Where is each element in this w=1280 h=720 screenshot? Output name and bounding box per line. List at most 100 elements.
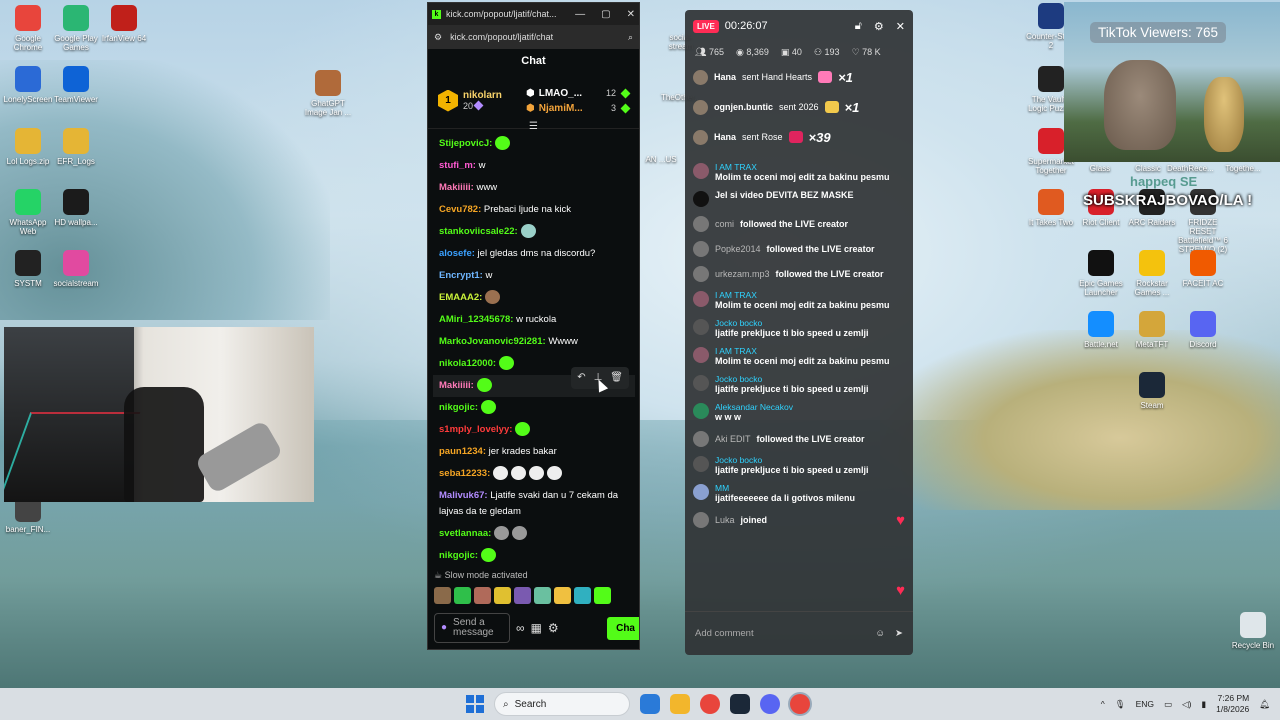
emote-icon[interactable] xyxy=(534,587,551,604)
kick-address-bar[interactable]: ⚙ kick.com/popout/ljatif/chat ⌕ xyxy=(428,25,639,49)
clock[interactable]: 7:26 PM 1/8/2026 xyxy=(1216,693,1249,715)
microphone-icon[interactable]: 🎙︎ xyxy=(1115,699,1126,710)
emote-icon[interactable] xyxy=(494,587,511,604)
feed-username[interactable]: urkezam.mp3 xyxy=(715,269,770,279)
chat-username[interactable]: Malivuk67: xyxy=(439,490,488,501)
delete-icon[interactable]: 🗑︎ xyxy=(610,369,623,387)
send-icon[interactable]: ➤ xyxy=(895,628,903,639)
desktop-icon[interactable]: Discord xyxy=(1177,311,1229,349)
chat-message[interactable]: nikgojic: xyxy=(439,545,629,567)
notification-icon[interactable]: 🔔︎ xyxy=(1259,699,1270,710)
tray-overflow-icon[interactable]: ^ xyxy=(1101,699,1105,709)
desktop-icon[interactable]: Google Chrome xyxy=(2,5,54,52)
taskbar-search[interactable]: ⌕ Search xyxy=(494,692,630,716)
desktop-icon[interactable]: EFR_Logs xyxy=(50,128,102,166)
chat-send-button[interactable]: Cha xyxy=(607,616,639,640)
quick-emote-bar[interactable] xyxy=(434,587,611,604)
chat-username[interactable]: Makiiiii: xyxy=(439,182,474,193)
chat-message[interactable]: svetlannaa: xyxy=(439,523,629,545)
feed-username[interactable]: Aleksandar Necakov xyxy=(715,402,793,412)
steam-icon[interactable] xyxy=(730,694,750,714)
emote-icon[interactable] xyxy=(554,587,571,604)
desktop-icon[interactable]: WhatsApp Web xyxy=(2,189,54,236)
chat-message[interactable]: nikgojic: xyxy=(439,397,629,419)
chat-username[interactable]: StijepovicJ: xyxy=(439,138,492,149)
chat-message[interactable]: Makiiiii: www xyxy=(439,177,629,199)
chat-message[interactable]: MarkoJovanovic92i281: Wwww xyxy=(439,331,629,353)
chat-username[interactable]: s1mply_lovelyy: xyxy=(439,424,512,435)
maximize-icon[interactable]: ▢ xyxy=(601,9,610,20)
chat-message[interactable]: EMAAA2: xyxy=(439,287,629,309)
kick-chat-window[interactable]: k kick.com/popout/ljatif/chat... — ▢ ✕ ⚙… xyxy=(427,2,640,650)
leader-name[interactable]: nikolarn xyxy=(463,90,502,101)
desktop-icon[interactable]: MetaTFT xyxy=(1126,311,1178,349)
emote-icon[interactable] xyxy=(574,587,591,604)
emote-icon[interactable] xyxy=(594,587,611,604)
emote-icon[interactable] xyxy=(434,587,451,604)
gift-icon[interactable]: ∞ xyxy=(516,621,525,635)
chat-message[interactable]: StijepovicJ: xyxy=(439,133,629,155)
feed-username[interactable]: MM xyxy=(715,483,855,493)
desktop-icon[interactable]: Battle.net xyxy=(1075,311,1127,349)
feed-username[interactable]: Popke2014 xyxy=(715,244,761,254)
desktop-icon[interactable]: Rockstar Games ... xyxy=(1126,250,1178,297)
chat-username[interactable]: AMiri_12345678: xyxy=(439,314,513,325)
feed-username[interactable]: Jocko bocko xyxy=(715,318,869,328)
desktop-icon[interactable]: Epic Games Launcher xyxy=(1075,250,1127,297)
desktop-icon[interactable]: Google Play Games xyxy=(50,5,102,52)
minimize-icon[interactable]: — xyxy=(575,9,585,20)
desktop-icon[interactable]: TeamViewer xyxy=(50,66,102,104)
desktop-icon[interactable]: It Takes Two xyxy=(1025,189,1077,227)
volume-icon[interactable]: ◁) xyxy=(1182,699,1191,710)
emote-icon[interactable] xyxy=(474,587,491,604)
site-settings-icon[interactable]: ⚙ xyxy=(434,32,442,43)
zoom-icon[interactable]: ⌕ xyxy=(628,32,633,43)
chat-username[interactable]: Encrypt1: xyxy=(439,270,483,281)
desktop-icon[interactable]: Lol Logs.zip xyxy=(2,128,54,166)
chat-username[interactable]: alosefe: xyxy=(439,248,475,259)
edge-icon[interactable] xyxy=(640,694,660,714)
chat-message[interactable]: alosefe: jel gledas dms na discordu? xyxy=(439,243,629,265)
settings-icon[interactable]: ⚙ xyxy=(548,621,559,635)
chat-input-row[interactable]: ● Send a message ∞ ▦ ⚙ Cha xyxy=(434,613,639,643)
chat-message[interactable]: seba12233: xyxy=(439,463,629,485)
chat-message[interactable]: AMiri_12345678: w ruckola xyxy=(439,309,629,331)
feed-username[interactable]: Jocko bocko xyxy=(715,374,869,384)
chat-username[interactable]: nikola12000: xyxy=(439,358,496,369)
desktop-icon[interactable]: socialstream xyxy=(50,250,102,288)
emote-icon[interactable] xyxy=(514,587,531,604)
language-indicator[interactable]: ENG xyxy=(1136,699,1154,709)
feed-username[interactable]: I AM TRAX xyxy=(715,290,890,300)
feed-username[interactable]: I AM TRAX xyxy=(715,162,890,172)
feed-username[interactable]: Aki EDIT xyxy=(715,434,751,444)
close-icon[interactable]: ✕ xyxy=(896,20,905,33)
file-explorer-icon[interactable] xyxy=(670,694,690,714)
chat-username[interactable]: nikgojic: xyxy=(439,402,478,413)
emoji-icon[interactable]: ☺ xyxy=(875,628,885,639)
tiktok-live-panel[interactable]: LIVE 00:26:07 🔓︎ ⚙ ✕ 👥︎ 765 ◉ 8,369 ▣ 40… xyxy=(685,10,913,655)
desktop-icon[interactable]: SYSTM xyxy=(2,250,54,288)
chat-username[interactable]: seba12233: xyxy=(439,468,490,479)
chat-message-list[interactable]: StijepovicJ: stufi_m: w Makiiiii: www Cevu7… xyxy=(428,129,639,567)
chrome-active-icon[interactable] xyxy=(790,694,810,714)
live-comment-feed[interactable]: I AM TRAX Molim te oceni moj edit za baki… xyxy=(685,158,913,610)
emote-icon[interactable] xyxy=(454,587,471,604)
chat-username[interactable]: Makiiiii: xyxy=(439,380,474,391)
collapse-leaderboard-icon[interactable]: ☰ xyxy=(529,121,538,132)
desktop-icon[interactable]: GhatGPT Image Jan ... xyxy=(302,70,354,117)
chat-username[interactable]: EMAAA2: xyxy=(439,292,482,303)
chat-message[interactable]: stufi_m: w xyxy=(439,155,629,177)
chrome-icon[interactable] xyxy=(700,694,720,714)
desktop-icon[interactable]: LonelyScreen xyxy=(2,66,54,104)
feed-username[interactable]: comi xyxy=(715,219,734,229)
chat-username[interactable]: paun1234: xyxy=(439,446,486,457)
feed-username[interactable]: Luka xyxy=(715,515,735,525)
chat-username[interactable]: MarkoJovanovic92i281: xyxy=(439,336,546,347)
mic-icon[interactable]: ● xyxy=(441,623,447,633)
lock-icon[interactable]: 🔓︎ xyxy=(855,20,862,33)
chat-username[interactable]: nikgojic: xyxy=(439,550,478,561)
discord-icon[interactable] xyxy=(760,694,780,714)
chat-input[interactable]: ● Send a message xyxy=(434,613,510,643)
chat-message[interactable]: Malivuk67: Ljatife svaki dan u 7 cekam d… xyxy=(439,485,629,523)
chat-message[interactable]: s1mply_lovelyy: xyxy=(439,419,629,441)
